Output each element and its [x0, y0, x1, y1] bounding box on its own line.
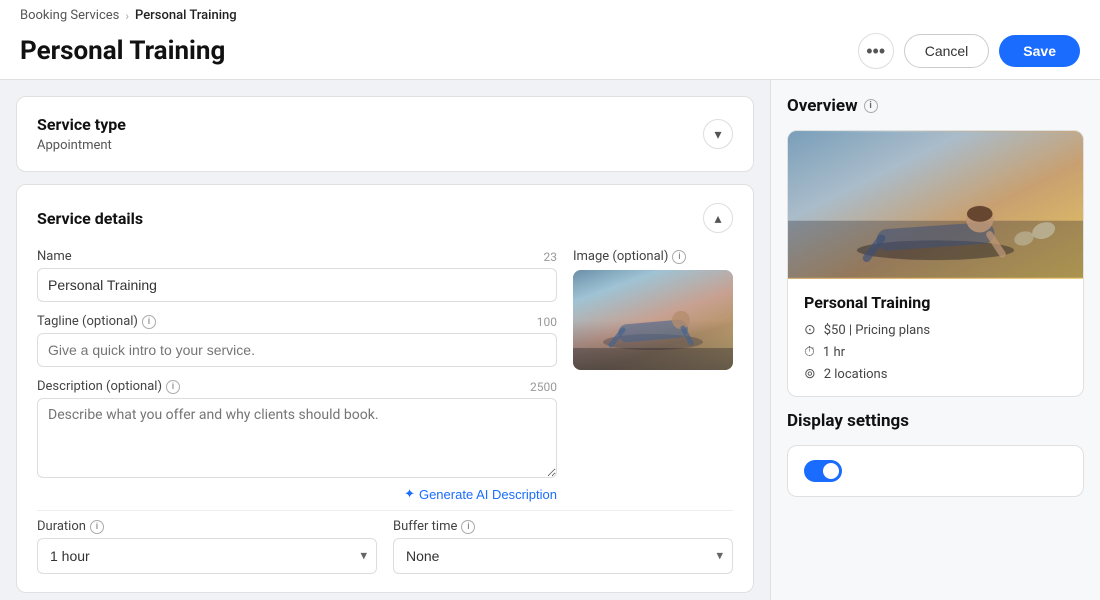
- display-toggle-row: [804, 460, 1067, 482]
- overview-card: Personal Training ⊙ $50 | Pricing plans …: [787, 130, 1084, 397]
- service-details-title: Service details: [37, 209, 143, 228]
- overview-price: $50 | Pricing plans: [824, 323, 930, 338]
- service-details-toggle[interactable]: ▴: [703, 203, 733, 233]
- service-type-value: Appointment: [37, 138, 126, 153]
- page-title: Personal Training: [20, 36, 225, 66]
- tagline-count: 100: [537, 315, 557, 329]
- service-type-title: Service type: [37, 115, 126, 134]
- breadcrumb: Booking Services › Personal Training: [20, 8, 1080, 23]
- cancel-button[interactable]: Cancel: [904, 34, 990, 68]
- image-label: Image (optional): [573, 249, 668, 264]
- overview-service-name: Personal Training: [804, 293, 1067, 312]
- left-panel: Service type Appointment ▾ Service detai…: [0, 80, 770, 600]
- description-info-icon[interactable]: i: [166, 380, 180, 394]
- name-count: 23: [544, 250, 558, 264]
- tagline-label: Tagline (optional): [37, 314, 138, 329]
- display-settings-title: Display settings: [787, 411, 1084, 431]
- breadcrumb-separator: ›: [125, 9, 129, 23]
- image-thumbnail[interactable]: [573, 270, 733, 370]
- duration-select[interactable]: 30 minutes 45 minutes 1 hour 1.5 hours 2…: [37, 538, 377, 574]
- service-type-toggle[interactable]: ▾: [703, 119, 733, 149]
- toggle-knob: [823, 463, 839, 479]
- save-button[interactable]: Save: [999, 35, 1080, 67]
- overview-details: Personal Training ⊙ $50 | Pricing plans …: [788, 279, 1083, 396]
- breadcrumb-current: Personal Training: [135, 8, 237, 23]
- clock-icon: ⏱: [804, 344, 815, 360]
- overview-price-row: ⊙ $50 | Pricing plans: [804, 322, 1067, 338]
- duration-info-icon[interactable]: i: [90, 520, 104, 534]
- buffer-select[interactable]: None 5 minutes 10 minutes 15 minutes 30 …: [393, 538, 733, 574]
- description-input[interactable]: [37, 398, 557, 478]
- buffer-label: Buffer time: [393, 519, 457, 534]
- image-section: Image (optional) i: [573, 249, 733, 502]
- display-settings-card: [787, 445, 1084, 497]
- ai-sparkle-icon: ✦: [404, 486, 415, 502]
- breadcrumb-parent[interactable]: Booking Services: [20, 8, 119, 23]
- generate-ai-button[interactable]: ✦ Generate AI Description: [404, 486, 557, 502]
- display-toggle[interactable]: [804, 460, 842, 482]
- name-input[interactable]: [37, 268, 557, 302]
- tagline-input[interactable]: [37, 333, 557, 367]
- overview-image: [788, 131, 1083, 279]
- location-icon: ⊚: [804, 366, 816, 382]
- service-type-card: Service type Appointment ▾: [16, 96, 754, 172]
- overview-title: Overview i: [787, 96, 1084, 116]
- more-button[interactable]: •••: [858, 33, 894, 69]
- tagline-info-icon[interactable]: i: [142, 315, 156, 329]
- card-divider: [37, 510, 733, 511]
- title-actions: ••• Cancel Save: [858, 33, 1080, 69]
- buffer-info-icon[interactable]: i: [461, 520, 475, 534]
- description-count: 2500: [530, 380, 557, 394]
- overview-duration-row: ⏱ 1 hr: [804, 344, 1067, 360]
- description-label: Description (optional): [37, 379, 162, 394]
- price-icon: ⊙: [804, 322, 816, 338]
- overview-duration: 1 hr: [823, 345, 845, 360]
- image-info-icon[interactable]: i: [672, 250, 686, 264]
- duration-label: Duration: [37, 519, 86, 534]
- name-label: Name: [37, 249, 72, 264]
- service-details-card: Service details ▴ Name 23: [16, 184, 754, 593]
- right-panel: Overview i: [770, 80, 1100, 600]
- overview-locations-row: ⊚ 2 locations: [804, 366, 1067, 382]
- overview-info-icon[interactable]: i: [864, 99, 878, 113]
- overview-locations: 2 locations: [824, 367, 888, 382]
- overview-meta: ⊙ $50 | Pricing plans ⏱ 1 hr ⊚ 2 locatio…: [804, 322, 1067, 382]
